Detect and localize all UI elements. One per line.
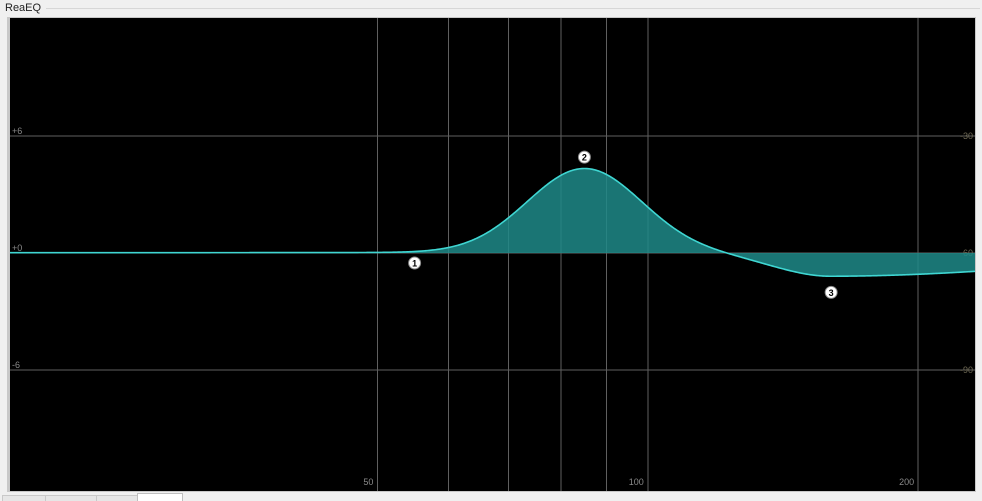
frequency-labels: 501002003005001.0k2.0k3.0k5.0k10.0k20.0k <box>363 477 914 487</box>
frequency-label: 50 <box>363 477 373 487</box>
gain-label: -6 <box>12 360 20 370</box>
eq-curve-fill <box>10 168 975 277</box>
frequency-label: 100 <box>629 477 644 487</box>
band-number: 2 <box>582 153 587 163</box>
band-3-handle[interactable]: 3 <box>824 285 838 299</box>
bottom-tab-strip <box>0 492 982 501</box>
tab-1[interactable] <box>2 495 46 501</box>
eq-graph[interactable]: 501002003005001.0k2.0k3.0k5.0k10.0k20.0k… <box>10 18 975 491</box>
title-divider <box>46 8 980 9</box>
gain-label: +0 <box>12 243 22 253</box>
eq-curve <box>10 167 975 278</box>
tab-3[interactable] <box>96 495 138 501</box>
band-number: 3 <box>829 288 834 298</box>
band-1-handle[interactable]: 1 <box>408 256 422 270</box>
band-2-handle[interactable]: 2 <box>577 150 591 164</box>
band-number: 1 <box>412 259 417 269</box>
frequency-label: 200 <box>899 477 914 487</box>
gain-label: +6 <box>12 126 22 136</box>
level-label: -90 <box>960 365 973 375</box>
level-label: -30 <box>960 131 973 141</box>
window-title: ReaEQ <box>5 2 42 14</box>
tab-2[interactable] <box>45 495 97 501</box>
